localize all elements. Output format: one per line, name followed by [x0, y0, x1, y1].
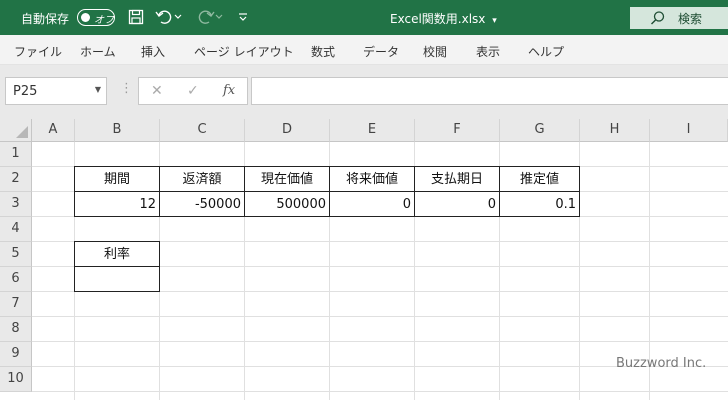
cell-d3[interactable]: 500000: [244, 191, 330, 217]
formula-bar-grip-icon[interactable]: ⋮: [120, 81, 133, 96]
autosave-label: 自動保存: [21, 12, 70, 26]
save-icon[interactable]: [126, 7, 146, 27]
name-box-value: P25: [13, 84, 38, 99]
cell-c2[interactable]: 返済額: [159, 166, 245, 192]
row-header-2[interactable]: 2: [0, 167, 32, 192]
name-box-dropdown-icon[interactable]: ▼: [95, 85, 101, 94]
row-header-7[interactable]: 7: [0, 292, 32, 317]
cell-b6[interactable]: [74, 266, 160, 292]
cell-g2[interactable]: 推定値: [499, 166, 580, 192]
select-all-icon: [16, 126, 28, 138]
tab-formulas[interactable]: 数式: [311, 43, 335, 60]
tab-data[interactable]: データ: [363, 43, 399, 60]
cell-d2[interactable]: 現在価値: [244, 166, 330, 192]
tab-help[interactable]: ヘルプ: [528, 43, 564, 60]
cell-b3[interactable]: 12: [74, 191, 160, 217]
row-header-8[interactable]: 8: [0, 317, 32, 342]
redo-icon[interactable]: [196, 7, 216, 27]
row-header-3[interactable]: 3: [0, 192, 32, 217]
autosave-state: オフ: [94, 15, 114, 26]
gridline: [32, 391, 728, 392]
row-header-4[interactable]: 4: [0, 217, 32, 242]
cell-b2[interactable]: 期間: [74, 166, 160, 192]
undo-dropdown-icon[interactable]: [173, 7, 183, 27]
customize-toolbar-icon[interactable]: [233, 7, 253, 27]
search-box[interactable]: 検索: [630, 7, 728, 29]
column-header-c[interactable]: C: [160, 119, 245, 142]
cancel-icon[interactable]: ✕: [151, 83, 163, 99]
column-header-b[interactable]: B: [75, 119, 160, 142]
search-label: 検索: [678, 12, 703, 26]
autosave-toggle[interactable]: オフ: [77, 9, 115, 26]
column-header-h[interactable]: H: [580, 119, 650, 142]
cell-e2[interactable]: 将来価値: [329, 166, 415, 192]
file-name-caret-icon: ▾: [492, 16, 497, 26]
ribbon-tabs: ファイル ホーム 挿入 ページ レイアウト 数式 データ 校閲 表示 ヘルプ: [0, 35, 728, 65]
column-header-a[interactable]: A: [32, 119, 75, 142]
cell-g3[interactable]: 0.1: [499, 191, 580, 217]
row-header-10[interactable]: 10: [0, 367, 32, 392]
spreadsheet-grid: A B C D E F G H I 1 2 3 4 5 6 7 8 9 10 期…: [0, 119, 728, 400]
file-name[interactable]: Excel関数用.xlsx ▾: [390, 10, 497, 27]
redo-dropdown-icon[interactable]: [214, 7, 224, 27]
column-header-f[interactable]: F: [415, 119, 500, 142]
tab-review[interactable]: 校閲: [423, 43, 447, 60]
undo-icon[interactable]: [154, 7, 174, 27]
row-header-1[interactable]: 1: [0, 142, 32, 167]
tab-home[interactable]: ホーム: [80, 43, 116, 60]
toggle-knob: [81, 12, 90, 22]
column-header-e[interactable]: E: [330, 119, 415, 142]
gridline: [32, 341, 728, 342]
search-icon: [650, 10, 666, 30]
formula-buttons: ✕ ✓ fx: [138, 77, 248, 105]
tab-insert[interactable]: 挿入: [141, 43, 165, 60]
row-header-5[interactable]: 5: [0, 242, 32, 267]
cell-b5[interactable]: 利率: [74, 241, 160, 267]
tab-page-layout[interactable]: ページ レイアウト: [194, 43, 294, 60]
row-header-6[interactable]: 6: [0, 267, 32, 292]
insert-function-icon[interactable]: fx: [223, 83, 235, 98]
watermark: Buzzword Inc.: [616, 356, 707, 371]
file-name-text: Excel関数用.xlsx: [390, 12, 486, 26]
cell-f2[interactable]: 支払期日: [414, 166, 500, 192]
tab-file[interactable]: ファイル: [14, 43, 62, 60]
cell-c3[interactable]: -50000: [159, 191, 245, 217]
title-bar: 自動保存 オフ Excel関数用.xlsx ▾ 検索: [0, 0, 728, 35]
formula-input[interactable]: [251, 77, 728, 105]
gridline: [32, 316, 728, 317]
enter-icon[interactable]: ✓: [187, 83, 199, 99]
cell-f3[interactable]: 0: [414, 191, 500, 217]
name-box[interactable]: P25 ▼: [5, 77, 107, 105]
select-all-button[interactable]: [0, 119, 32, 142]
column-header-d[interactable]: D: [245, 119, 330, 142]
column-header-g[interactable]: G: [500, 119, 580, 142]
formula-bar: P25 ▼ ⋮ ✕ ✓ fx: [0, 65, 728, 119]
cell-e3[interactable]: 0: [329, 191, 415, 217]
column-header-i[interactable]: I: [650, 119, 728, 142]
row-header-9[interactable]: 9: [0, 342, 32, 367]
tab-view[interactable]: 表示: [476, 43, 500, 60]
